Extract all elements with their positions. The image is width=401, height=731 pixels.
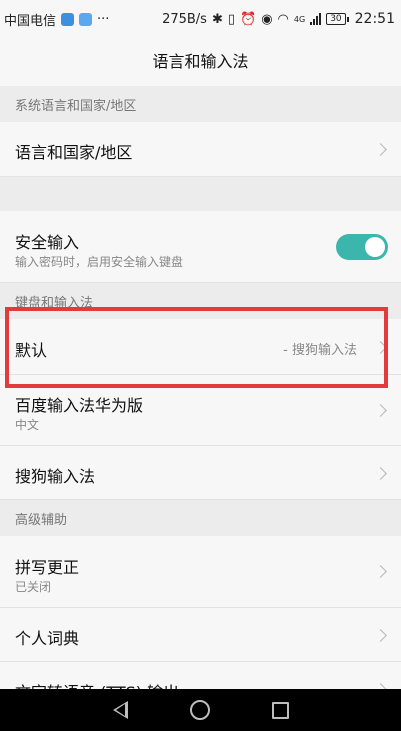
home-icon[interactable] <box>189 700 210 720</box>
navigation-bar <box>0 689 401 731</box>
status-bar: 中国电信 ··· 275B/s ✱ ▯ ⏰ ◉ ◠ 4G 30 22:51 <box>0 0 401 38</box>
row-title: 语言和国家/地区 <box>15 143 133 162</box>
row-subtitle: 输入密码时，启用安全输入键盘 <box>15 255 184 269</box>
row-title: 拼写更正 <box>15 558 80 577</box>
row-title: 安全输入 <box>15 233 80 252</box>
bluetooth-icon: ✱ <box>211 11 223 27</box>
more-notifications-icon: ··· <box>97 11 110 27</box>
section-header-advanced: 高级辅助 <box>0 500 401 536</box>
row-title: 默认 <box>15 341 48 360</box>
baidu-input-method-row[interactable]: 百度输入法华为版 中文 <box>0 375 401 446</box>
default-input-method-row[interactable]: 默认 - 搜狗输入法 <box>0 319 401 375</box>
row-title: 个人词典 <box>15 629 80 648</box>
clock: 22:51 <box>354 11 395 27</box>
chevron-right-icon <box>374 565 387 578</box>
page-title: 语言和输入法 <box>0 38 401 82</box>
eye-comfort-icon: ◉ <box>261 11 273 27</box>
spell-check-row[interactable]: 拼写更正 已关闭 <box>0 536 401 608</box>
row-subtitle: 中文 <box>15 418 40 432</box>
wifi-icon: ◠ <box>277 11 289 27</box>
gallery-notification-icon <box>79 12 93 26</box>
chevron-right-icon <box>374 629 387 642</box>
chevron-right-icon <box>374 467 387 480</box>
personal-dictionary-row[interactable]: 个人词典 <box>0 608 401 662</box>
app-notification-icon <box>61 12 75 26</box>
section-header-keyboard: 键盘和输入法 <box>0 283 401 319</box>
row-subtitle: 已关闭 <box>15 580 52 594</box>
vibrate-icon: ▯ <box>227 11 236 27</box>
recent-apps-icon[interactable] <box>271 701 289 719</box>
chevron-right-icon <box>374 143 387 156</box>
battery-icon: 30 <box>326 13 350 25</box>
network-speed: 275B/s <box>162 11 207 27</box>
chevron-right-icon <box>374 341 387 354</box>
default-input-method-value: - 搜狗输入法 <box>283 343 357 358</box>
toggle-knob <box>365 237 385 257</box>
row-title: 百度输入法华为版 <box>15 396 144 415</box>
row-title: 搜狗输入法 <box>15 467 96 486</box>
secure-input-toggle[interactable] <box>336 234 388 260</box>
alarm-icon: ⏰ <box>240 11 257 27</box>
carrier-label: 中国电信 <box>4 13 57 29</box>
section-spacer <box>0 177 401 211</box>
back-icon[interactable] <box>112 701 128 719</box>
language-region-row[interactable]: 语言和国家/地区 <box>0 122 401 177</box>
chevron-right-icon <box>374 404 387 417</box>
sogou-input-method-row[interactable]: 搜狗输入法 <box>0 446 401 500</box>
signal-icon <box>310 13 322 25</box>
secure-input-row[interactable]: 安全输入 输入密码时，启用安全输入键盘 <box>0 211 401 283</box>
section-header-system-language: 系统语言和国家/地区 <box>0 86 401 122</box>
network-type: 4G <box>293 14 306 24</box>
